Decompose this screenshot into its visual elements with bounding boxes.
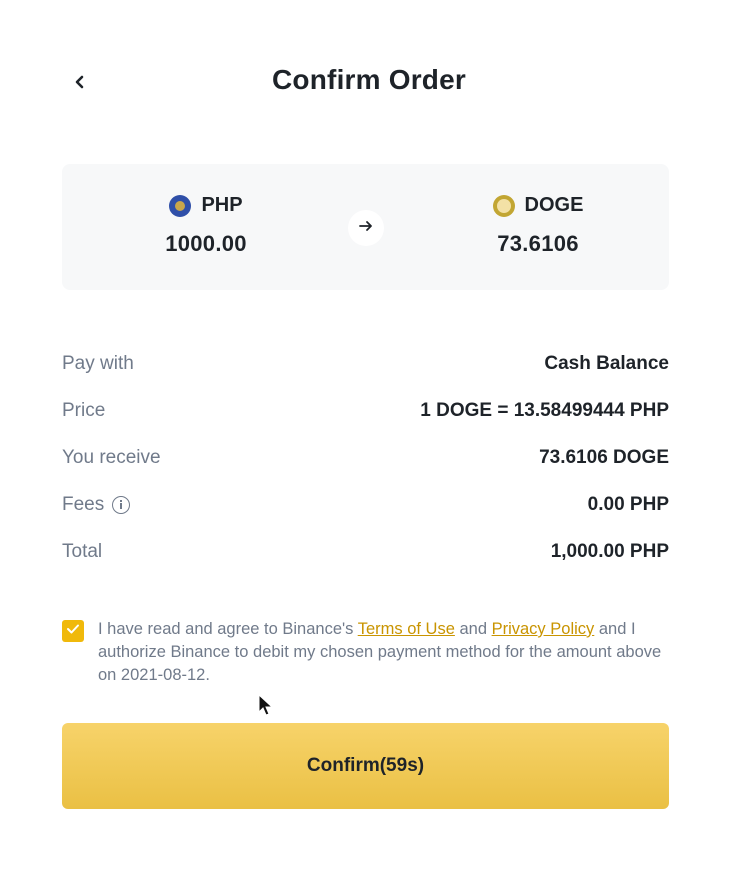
order-details: Pay with Cash Balance Price 1 DOGE = 13.… xyxy=(62,340,669,575)
mouse-cursor-icon xyxy=(258,693,274,718)
detail-row-price: Price 1 DOGE = 13.58499444 PHP xyxy=(62,387,669,434)
terms-of-use-link[interactable]: Terms of Use xyxy=(358,620,455,638)
doge-coin-icon xyxy=(492,194,515,217)
detail-label-fees: Fees xyxy=(62,493,131,516)
detail-row-total: Total 1,000.00 PHP xyxy=(62,528,669,575)
checkmark-icon xyxy=(66,622,80,640)
confirm-button[interactable]: Confirm(59s) xyxy=(62,723,669,809)
detail-label: Price xyxy=(62,399,106,421)
arrow-right-icon xyxy=(358,219,374,238)
agreement-text: I have read and agree to Binance's Terms… xyxy=(98,618,669,687)
detail-label: Pay with xyxy=(62,352,134,374)
to-currency: DOGE 73.6106 xyxy=(438,194,638,257)
privacy-policy-link[interactable]: Privacy Policy xyxy=(492,620,595,638)
detail-value: 0.00 PHP xyxy=(587,493,669,515)
info-icon[interactable] xyxy=(112,495,131,514)
detail-row-pay-with: Pay with Cash Balance xyxy=(62,340,669,387)
detail-label: You receive xyxy=(62,446,161,468)
detail-row-fees: Fees 0.00 PHP xyxy=(62,481,669,528)
detail-value: Cash Balance xyxy=(544,352,669,374)
detail-value: 73.6106 DOGE xyxy=(539,446,669,468)
confirm-order-page: Confirm Order PHP 1000.00 DOGE 73.6106 P… xyxy=(0,0,738,876)
from-currency: PHP 1000.00 xyxy=(106,194,306,257)
detail-row-you-receive: You receive 73.6106 DOGE xyxy=(62,434,669,481)
conversion-arrow xyxy=(348,210,384,246)
page-title: Confirm Order xyxy=(272,64,466,95)
php-coin-icon xyxy=(169,194,192,217)
agreement-text-before: I have read and agree to Binance's xyxy=(98,620,358,638)
detail-value: 1 DOGE = 13.58499444 PHP xyxy=(420,399,669,421)
detail-value: 1,000.00 PHP xyxy=(550,540,669,562)
to-currency-code: DOGE xyxy=(524,194,584,216)
from-amount: 1000.00 xyxy=(165,231,247,256)
to-amount: 73.6106 xyxy=(497,231,579,256)
agreement-checkbox[interactable] xyxy=(62,620,84,642)
from-currency-code: PHP xyxy=(201,194,243,216)
detail-label: Fees xyxy=(62,493,105,515)
agreement-text-middle: and xyxy=(454,620,492,638)
conversion-card: PHP 1000.00 DOGE 73.6106 xyxy=(62,164,669,290)
detail-label: Total xyxy=(62,540,103,562)
agreement-section: I have read and agree to Binance's Terms… xyxy=(62,618,669,687)
